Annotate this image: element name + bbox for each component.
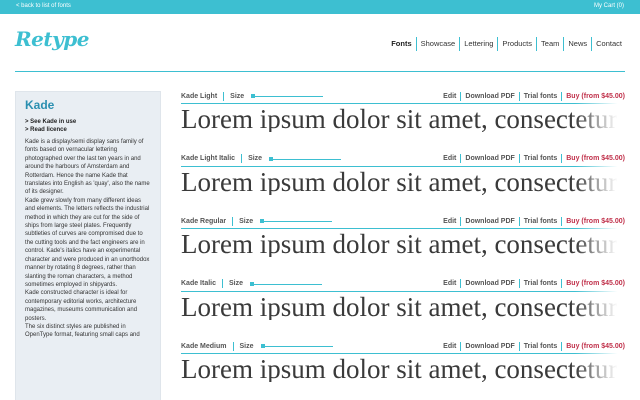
divider [232, 216, 234, 226]
header-divider [15, 71, 625, 72]
nav-team[interactable]: Team [536, 37, 563, 51]
slider-track [260, 221, 333, 222]
size-slider[interactable] [260, 217, 333, 225]
edit-link[interactable]: Edit [439, 154, 460, 163]
top-bar: < back to list of fonts My Cart (0) [0, 0, 640, 14]
sample-text[interactable]: Lorem ipsum dolor sit amet, consectetur … [181, 229, 625, 257]
description-paragraph: The six distinct styles are published in… [25, 323, 140, 339]
size-label: Size [229, 280, 244, 287]
edit-link[interactable]: Edit [439, 342, 460, 351]
buy-link[interactable]: Buy (from $45.00) [561, 279, 625, 288]
row-actions: Edit Download PDF Trial fonts Buy (from … [439, 91, 625, 101]
slider-handle[interactable] [251, 94, 256, 98]
description-paragraph: Kade is a display/semi display sans fami… [25, 139, 150, 196]
slider-track [251, 96, 324, 97]
trial-fonts-link[interactable]: Trial fonts [518, 91, 561, 101]
divider [222, 279, 224, 288]
font-style-name: Kade Italic [181, 280, 217, 287]
size-slider[interactable] [269, 155, 342, 163]
main-nav: Fonts Showcase Lettering Products Team N… [387, 36, 626, 52]
description-paragraph: Kade constructed character is ideal for … [25, 290, 138, 322]
font-row: Kade Medium Size Edit Download PDF Trial… [181, 341, 625, 400]
trial-fonts-link[interactable]: Trial fonts [518, 341, 561, 351]
edit-link[interactable]: Edit [439, 279, 460, 288]
slider-track [269, 158, 342, 160]
font-style-name: Kade Light [181, 92, 218, 100]
edit-link[interactable]: Edit [439, 92, 460, 101]
slider-handle[interactable] [250, 281, 255, 286]
sample-text[interactable]: Lorem ipsum dolor sit amet, consectetur … [181, 354, 625, 382]
sample-area[interactable]: Lorem ipsum dolor sit amet, consectetur … [181, 290, 625, 320]
cart-link[interactable]: My Cart (0) [594, 3, 624, 9]
font-row: Kade Regular Size Edit Download PDF Tria… [181, 216, 625, 279]
size-label: Size [239, 342, 254, 350]
row-actions: Edit Download PDF Trial fonts Buy (from … [439, 154, 625, 164]
buy-link[interactable]: Buy (from $45.00) [561, 216, 625, 226]
size-label: Size [239, 217, 254, 225]
download-pdf-link[interactable]: Download PDF [460, 154, 518, 163]
slider-handle[interactable] [260, 219, 265, 223]
size-slider[interactable] [250, 280, 323, 288]
font-style-name: Kade Regular [181, 217, 227, 225]
nav-news[interactable]: News [563, 37, 591, 51]
nav-products[interactable]: Products [497, 37, 536, 51]
edit-link[interactable]: Edit [439, 217, 460, 226]
download-pdf-link[interactable]: Download PDF [460, 279, 518, 288]
sample-text[interactable]: Lorem ipsum dolor sit amet, consectetur … [181, 292, 625, 320]
row-actions: Edit Download PDF Trial fonts Buy (from … [439, 279, 625, 289]
font-style-name: Kade Medium [181, 342, 227, 350]
size-slider[interactable] [251, 92, 324, 100]
slider-track [250, 283, 323, 285]
sample-text[interactable]: Lorem ipsum dolor sit amet, consectetur … [181, 167, 625, 195]
font-styles-list: Kade Light Size Edit Download PDF Trial … [181, 91, 625, 400]
font-family-title: Kade [25, 98, 55, 112]
slider-track [260, 346, 333, 347]
size-label: Size [230, 92, 245, 100]
nav-contact[interactable]: Contact [591, 37, 626, 51]
back-to-fonts-link[interactable]: < back to list of fonts [16, 3, 71, 9]
sample-area[interactable]: Lorem ipsum dolor sit amet, consectetur … [181, 228, 625, 257]
row-actions: Edit Download PDF Trial fonts Buy (from … [439, 216, 625, 226]
trial-fonts-link[interactable]: Trial fonts [518, 154, 561, 163]
nav-lettering[interactable]: Lettering [459, 37, 497, 51]
read-licence-link[interactable]: > Read licence [25, 126, 151, 134]
size-label: Size [248, 155, 263, 162]
sample-area[interactable]: Lorem ipsum dolor sit amet, consectetur … [181, 165, 625, 195]
nav-showcase[interactable]: Showcase [415, 37, 460, 51]
buy-link[interactable]: Buy (from $45.00) [561, 341, 625, 351]
font-info-sidebar: Kade > See Kade in use > Read licence Ka… [15, 91, 161, 400]
font-row: Kade Light Size Edit Download PDF Trial … [181, 91, 625, 154]
retype-logo[interactable]: Retype [15, 27, 89, 51]
download-pdf-link[interactable]: Download PDF [460, 341, 518, 351]
nav-fonts[interactable]: Fonts [387, 37, 415, 51]
row-actions: Edit Download PDF Trial fonts Buy (from … [439, 341, 625, 351]
font-style-name: Kade Light Italic [181, 155, 236, 162]
font-row: Kade Italic Size Edit Download PDF Trial… [181, 279, 625, 342]
sample-text[interactable]: Lorem ipsum dolor sit amet, consectetur … [181, 104, 625, 132]
trial-fonts-link[interactable]: Trial fonts [518, 279, 561, 288]
font-row: Kade Light Italic Size Edit Download PDF… [181, 154, 625, 217]
divider [232, 341, 234, 351]
description-paragraph: Kade grew slowly from many different ide… [25, 197, 150, 288]
buy-link[interactable]: Buy (from $45.00) [561, 91, 625, 101]
size-slider[interactable] [260, 342, 333, 350]
buy-link[interactable]: Buy (from $45.00) [561, 154, 625, 163]
slider-handle[interactable] [260, 344, 265, 348]
divider [223, 91, 225, 101]
sample-area[interactable]: Lorem ipsum dolor sit amet, consectetur … [181, 103, 625, 132]
see-in-use-link[interactable]: > See Kade in use [25, 118, 151, 126]
sample-area[interactable]: Lorem ipsum dolor sit amet, consectetur … [181, 353, 625, 382]
trial-fonts-link[interactable]: Trial fonts [518, 216, 561, 226]
slider-handle[interactable] [269, 156, 274, 161]
download-pdf-link[interactable]: Download PDF [460, 216, 518, 226]
divider [241, 154, 243, 163]
download-pdf-link[interactable]: Download PDF [460, 91, 518, 101]
